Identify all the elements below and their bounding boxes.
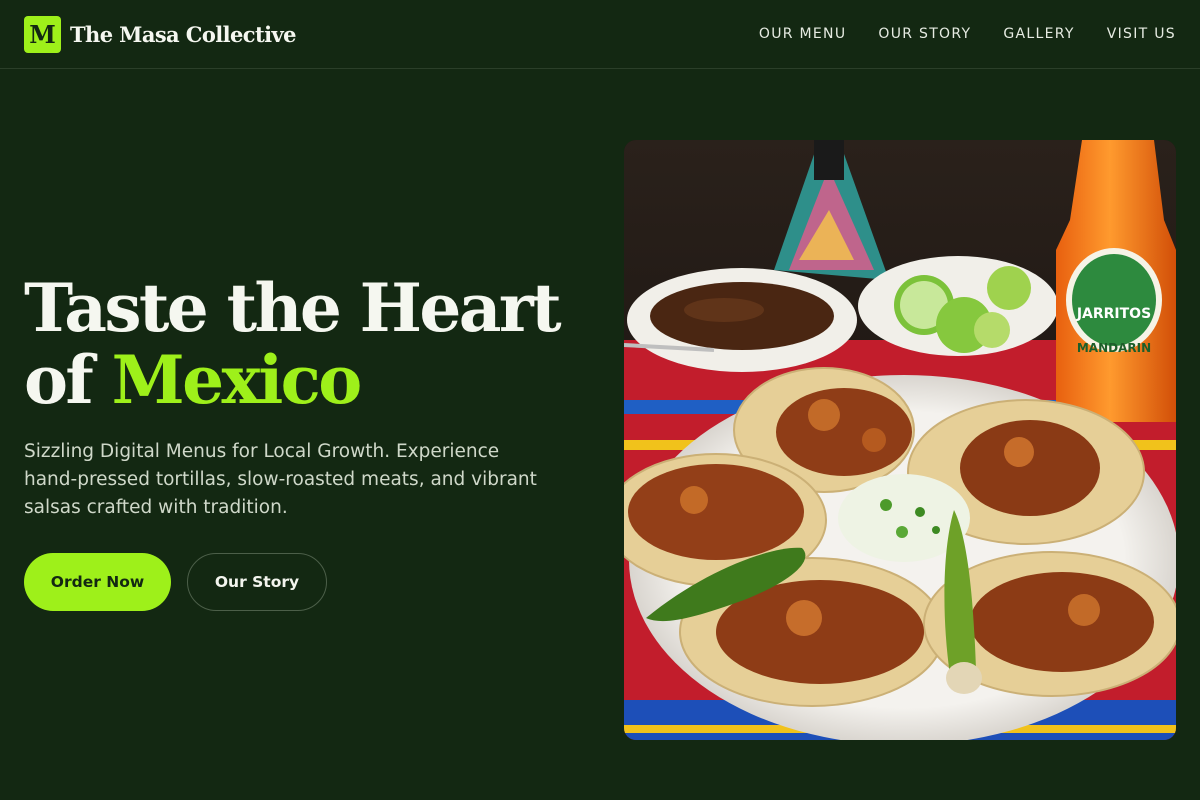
logo-mark: M [24,15,61,53]
hero-title: Taste the Heart of Mexico [24,272,584,416]
lime-bowl [858,256,1058,356]
site-header: M The Masa Collective OUR MENU OUR STORY… [0,0,1200,69]
hero-food-photo: JARRITOS MANDARIN [624,140,1176,740]
nav-link-gallery[interactable]: GALLERY [1003,26,1074,42]
brand-name: The Masa Collective [70,21,296,47]
hero-subtitle: Sizzling Digital Menus for Local Growth.… [24,441,537,518]
hero-title-accent: Mexico [111,341,363,419]
nav-link-our-story[interactable]: OUR STORY [878,26,971,42]
our-story-button[interactable]: Our Story [187,553,327,611]
nav-link-visit-us[interactable]: VISIT US [1107,26,1176,42]
order-now-button[interactable]: Order Now [24,553,171,611]
hero-title-prefix: of [24,341,94,419]
brand-logo-link[interactable]: M The Masa Collective [24,15,296,53]
bottle-brand-label: JARRITOS [1076,306,1151,322]
nav-link-our-menu[interactable]: OUR MENU [759,26,847,42]
hero-title-line1: Taste the Heart [24,269,562,347]
main-nav: OUR MENU OUR STORY GALLERY VISIT US [759,26,1176,42]
bottle-flavor-label: MANDARIN [1077,341,1151,355]
